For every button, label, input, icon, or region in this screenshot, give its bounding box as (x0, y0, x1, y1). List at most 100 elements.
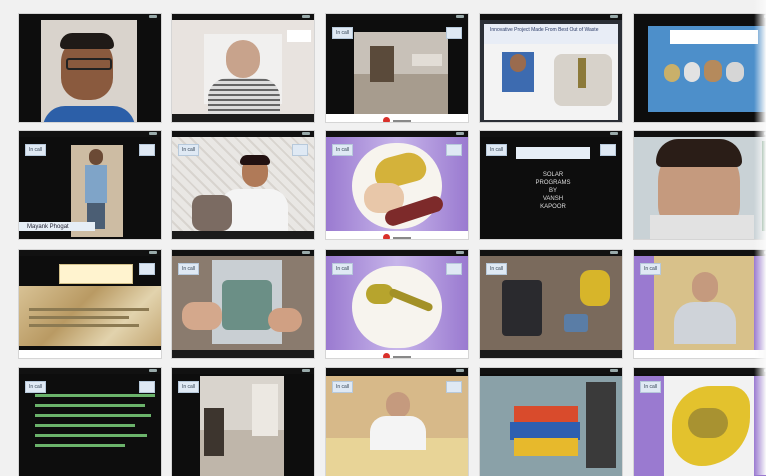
slide-line-1: SOLAR (542, 172, 564, 178)
participant-tile-14[interactable]: In call (480, 250, 622, 358)
participant-badge: In call (640, 381, 662, 393)
controls-indicator (393, 237, 411, 239)
video-person-striped-shirt (172, 14, 314, 122)
video-person-blue-shirt (19, 14, 161, 122)
participant-tile-9[interactable]: SOLAR PROGRAMS BY VANSH KAPOOR In call (480, 131, 622, 239)
tile-top-bar (19, 14, 161, 20)
participant-badge: In call (332, 27, 354, 39)
participant-badge-small (446, 263, 462, 275)
record-icon[interactable] (383, 353, 390, 358)
slide-line-5: KAPOOR (540, 204, 566, 210)
menu-icon[interactable] (149, 369, 157, 372)
participant-tile-20[interactable]: In call (634, 368, 766, 476)
record-icon[interactable] (383, 234, 390, 239)
participant-badge-small (446, 381, 462, 393)
participant-tile-8[interactable]: In call (326, 131, 468, 239)
participant-tile-11[interactable] (19, 250, 161, 358)
participant-tile-13[interactable]: In call (326, 250, 468, 358)
participant-badge: In call (640, 263, 662, 275)
slide-line-2: PROGRAMS (535, 180, 571, 186)
participant-badge-small (139, 263, 155, 275)
tile-top-bar (634, 368, 766, 374)
tile-bottom-bar (634, 350, 766, 358)
participant-badge: In call (178, 263, 200, 275)
tile-top-bar (19, 131, 161, 137)
menu-icon[interactable] (149, 132, 157, 135)
tile-top-bar (19, 250, 161, 256)
participant-badge-small (446, 27, 462, 39)
menu-icon[interactable] (456, 251, 464, 254)
tile-top-bar (634, 250, 766, 256)
video-boy-closeup (634, 131, 766, 239)
participant-tile-6[interactable]: Mayank Phogat In call (19, 131, 161, 239)
participant-badge-small (139, 381, 155, 393)
menu-icon[interactable] (149, 15, 157, 18)
participant-tile-7[interactable]: In call (172, 131, 314, 239)
participant-badge: In call (332, 144, 354, 156)
participant-badge-small (600, 144, 616, 156)
menu-icon[interactable] (302, 132, 310, 135)
right-fade (754, 0, 766, 475)
tile-bottom-bar (326, 114, 468, 122)
tile-top-bar (634, 14, 766, 20)
video-slide-with-photo: Innovative Project Made From Best Out of… (480, 14, 622, 122)
tile-top-bar (172, 131, 314, 137)
menu-icon[interactable] (149, 251, 157, 254)
slide-title: Innovative Project Made From Best Out of… (490, 27, 599, 33)
tile-top-bar (480, 131, 622, 137)
participant-tile-15[interactable]: In call (634, 250, 766, 358)
participant-badge: In call (486, 144, 508, 156)
menu-icon[interactable] (610, 15, 618, 18)
participant-tile-5[interactable] (634, 14, 766, 122)
participant-tile-18[interactable]: In call (326, 368, 468, 476)
tile-top-bar (480, 250, 622, 256)
participant-badge-small (292, 144, 308, 156)
tile-bottom-bar (172, 231, 314, 239)
menu-icon[interactable] (302, 15, 310, 18)
tile-bottom-bar (480, 350, 622, 358)
participant-badge: In call (332, 381, 354, 393)
menu-icon[interactable] (302, 251, 310, 254)
participant-badge: In call (25, 381, 47, 393)
participant-tile-3[interactable]: In call (326, 14, 468, 122)
menu-icon[interactable] (456, 369, 464, 372)
participant-tile-16[interactable]: In call (19, 368, 161, 476)
tile-top-bar (172, 368, 314, 374)
tile-bottom-bar (172, 350, 314, 358)
tile-top-bar (19, 368, 161, 374)
menu-icon[interactable] (610, 369, 618, 372)
participant-tile-4[interactable]: Innovative Project Made From Best Out of… (480, 14, 622, 122)
record-icon[interactable] (383, 117, 390, 122)
participant-tile-12[interactable]: In call (172, 250, 314, 358)
participant-tile-2[interactable] (172, 14, 314, 122)
participant-tile-10[interactable] (634, 131, 766, 239)
menu-icon[interactable] (302, 369, 310, 372)
tile-top-bar (326, 14, 468, 20)
tile-bottom-bar (326, 350, 468, 358)
participant-badge: In call (178, 381, 200, 393)
menu-icon[interactable] (456, 15, 464, 18)
tile-top-bar (172, 14, 314, 20)
tile-bottom-bar (19, 350, 161, 358)
tile-top-bar (480, 368, 622, 374)
menu-icon[interactable] (456, 132, 464, 135)
participant-name: Mayank Phogat (27, 224, 69, 230)
menu-icon[interactable] (610, 251, 618, 254)
menu-icon[interactable] (610, 132, 618, 135)
participant-tile-1[interactable] (19, 14, 161, 122)
video-blue-slide-objects (634, 14, 766, 122)
participant-badge: In call (178, 144, 200, 156)
participant-badge-small (139, 144, 155, 156)
tile-bottom-bar (172, 114, 314, 122)
tile-top-bar (326, 368, 468, 374)
video-grid: In call Innovative Project Made From Bes… (0, 0, 766, 476)
tile-top-bar (480, 14, 622, 20)
participant-badge: In call (332, 263, 354, 275)
participant-badge-small (446, 144, 462, 156)
slide-line-4: VANSH (542, 196, 564, 202)
participant-tile-19[interactable] (480, 368, 622, 476)
participant-tile-17[interactable]: In call (172, 368, 314, 476)
tile-top-bar (172, 250, 314, 256)
tile-top-bar (634, 131, 766, 137)
slide-line-3: BY (548, 188, 557, 194)
